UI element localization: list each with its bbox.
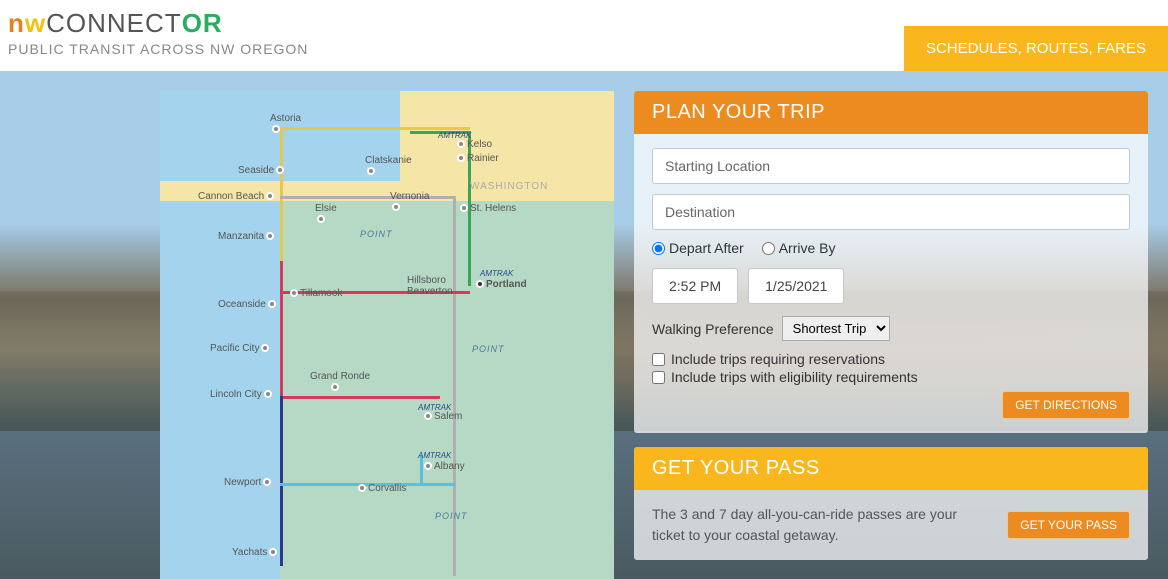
depart-after-radio[interactable]: Depart After — [652, 240, 744, 256]
walking-preference-label: Walking Preference — [652, 321, 774, 337]
plan-trip-title: PLAN YOUR TRIP — [634, 91, 1148, 134]
map-city-cannon-beach: Cannon Beach — [198, 191, 276, 202]
destination-input[interactable] — [652, 194, 1130, 230]
time-input[interactable]: 2:52 PM — [652, 268, 738, 304]
map-city-seaside: Seaside — [238, 165, 286, 176]
map-city-yachats: Yachats — [232, 547, 279, 558]
map-amtrak-label: AMTRAK — [418, 451, 451, 460]
map-city-kelso: Kelso — [455, 139, 492, 150]
map-city-oceanside: Oceanside — [218, 299, 278, 310]
map-city-pacific-city: Pacific City — [210, 343, 271, 354]
map-point-label: POINT — [472, 344, 505, 354]
map-city-portland: Portland — [474, 279, 527, 290]
plan-trip-panel: PLAN YOUR TRIP Depart After Arrive By 2:… — [634, 91, 1148, 433]
get-directions-button[interactable]: GET DIRECTIONS — [1002, 391, 1130, 419]
map-amtrak-label: AMTRAK — [418, 403, 451, 412]
get-pass-text: The 3 and 7 day all-you-can-ride passes … — [652, 504, 987, 546]
get-pass-panel: GET YOUR PASS The 3 and 7 day all-you-ca… — [634, 447, 1148, 560]
arrive-by-radio[interactable]: Arrive By — [762, 240, 836, 256]
map-city-rainier: Rainier — [455, 153, 499, 164]
map-point-label: POINT — [360, 229, 393, 239]
map-city-hillsboro: Hillsboro — [407, 275, 446, 286]
get-your-pass-button[interactable]: GET YOUR PASS — [1007, 511, 1130, 539]
include-eligibility-checkbox[interactable] — [652, 371, 665, 384]
map-point-label: POINT — [435, 511, 468, 521]
map-city-beaverton: Beaverton — [407, 286, 453, 297]
map-city-salem: Salem — [422, 411, 462, 422]
map-region-label: WASHINGTON — [470, 181, 548, 192]
include-reservations-label: Include trips requiring reservations — [671, 351, 885, 367]
map-city-newport: Newport — [224, 477, 273, 488]
map-amtrak-label: AMTRAK — [480, 269, 513, 278]
header: nwCONNECTOR PUBLIC TRANSIT ACROSS NW ORE… — [0, 0, 1168, 71]
schedules-routes-fares-button[interactable]: SCHEDULES, ROUTES, FARES — [904, 26, 1168, 71]
walking-preference-select[interactable]: Shortest Trip — [782, 316, 890, 341]
map-city-grand-ronde: Grand Ronde — [310, 371, 360, 393]
map-city-vernonia: Vernonia — [390, 191, 429, 213]
map-city-st-helens: St. Helens — [458, 203, 516, 214]
starting-location-input[interactable] — [652, 148, 1130, 184]
hero-section: WASHINGTON Astoria Kelso Rainier Clatska… — [0, 71, 1168, 579]
get-pass-title: GET YOUR PASS — [634, 447, 1148, 490]
map-city-manzanita: Manzanita — [218, 231, 276, 242]
map-city-lincoln-city: Lincoln City — [210, 389, 274, 400]
map-city-clatskanie: Clatskanie — [365, 155, 412, 177]
transit-map[interactable]: WASHINGTON Astoria Kelso Rainier Clatska… — [160, 91, 614, 579]
date-input[interactable]: 1/25/2021 — [748, 268, 844, 304]
map-amtrak-label: AMTRAK — [438, 131, 471, 140]
include-reservations-checkbox[interactable] — [652, 353, 665, 366]
map-city-elsie: Elsie — [315, 203, 337, 225]
map-city-tillamook: Tillamook — [288, 288, 342, 299]
include-eligibility-label: Include trips with eligibility requireme… — [671, 369, 918, 385]
map-city-albany: Albany — [422, 461, 465, 472]
map-city-astoria: Astoria — [270, 113, 301, 135]
map-city-corvallis: Corvallis — [356, 483, 406, 494]
